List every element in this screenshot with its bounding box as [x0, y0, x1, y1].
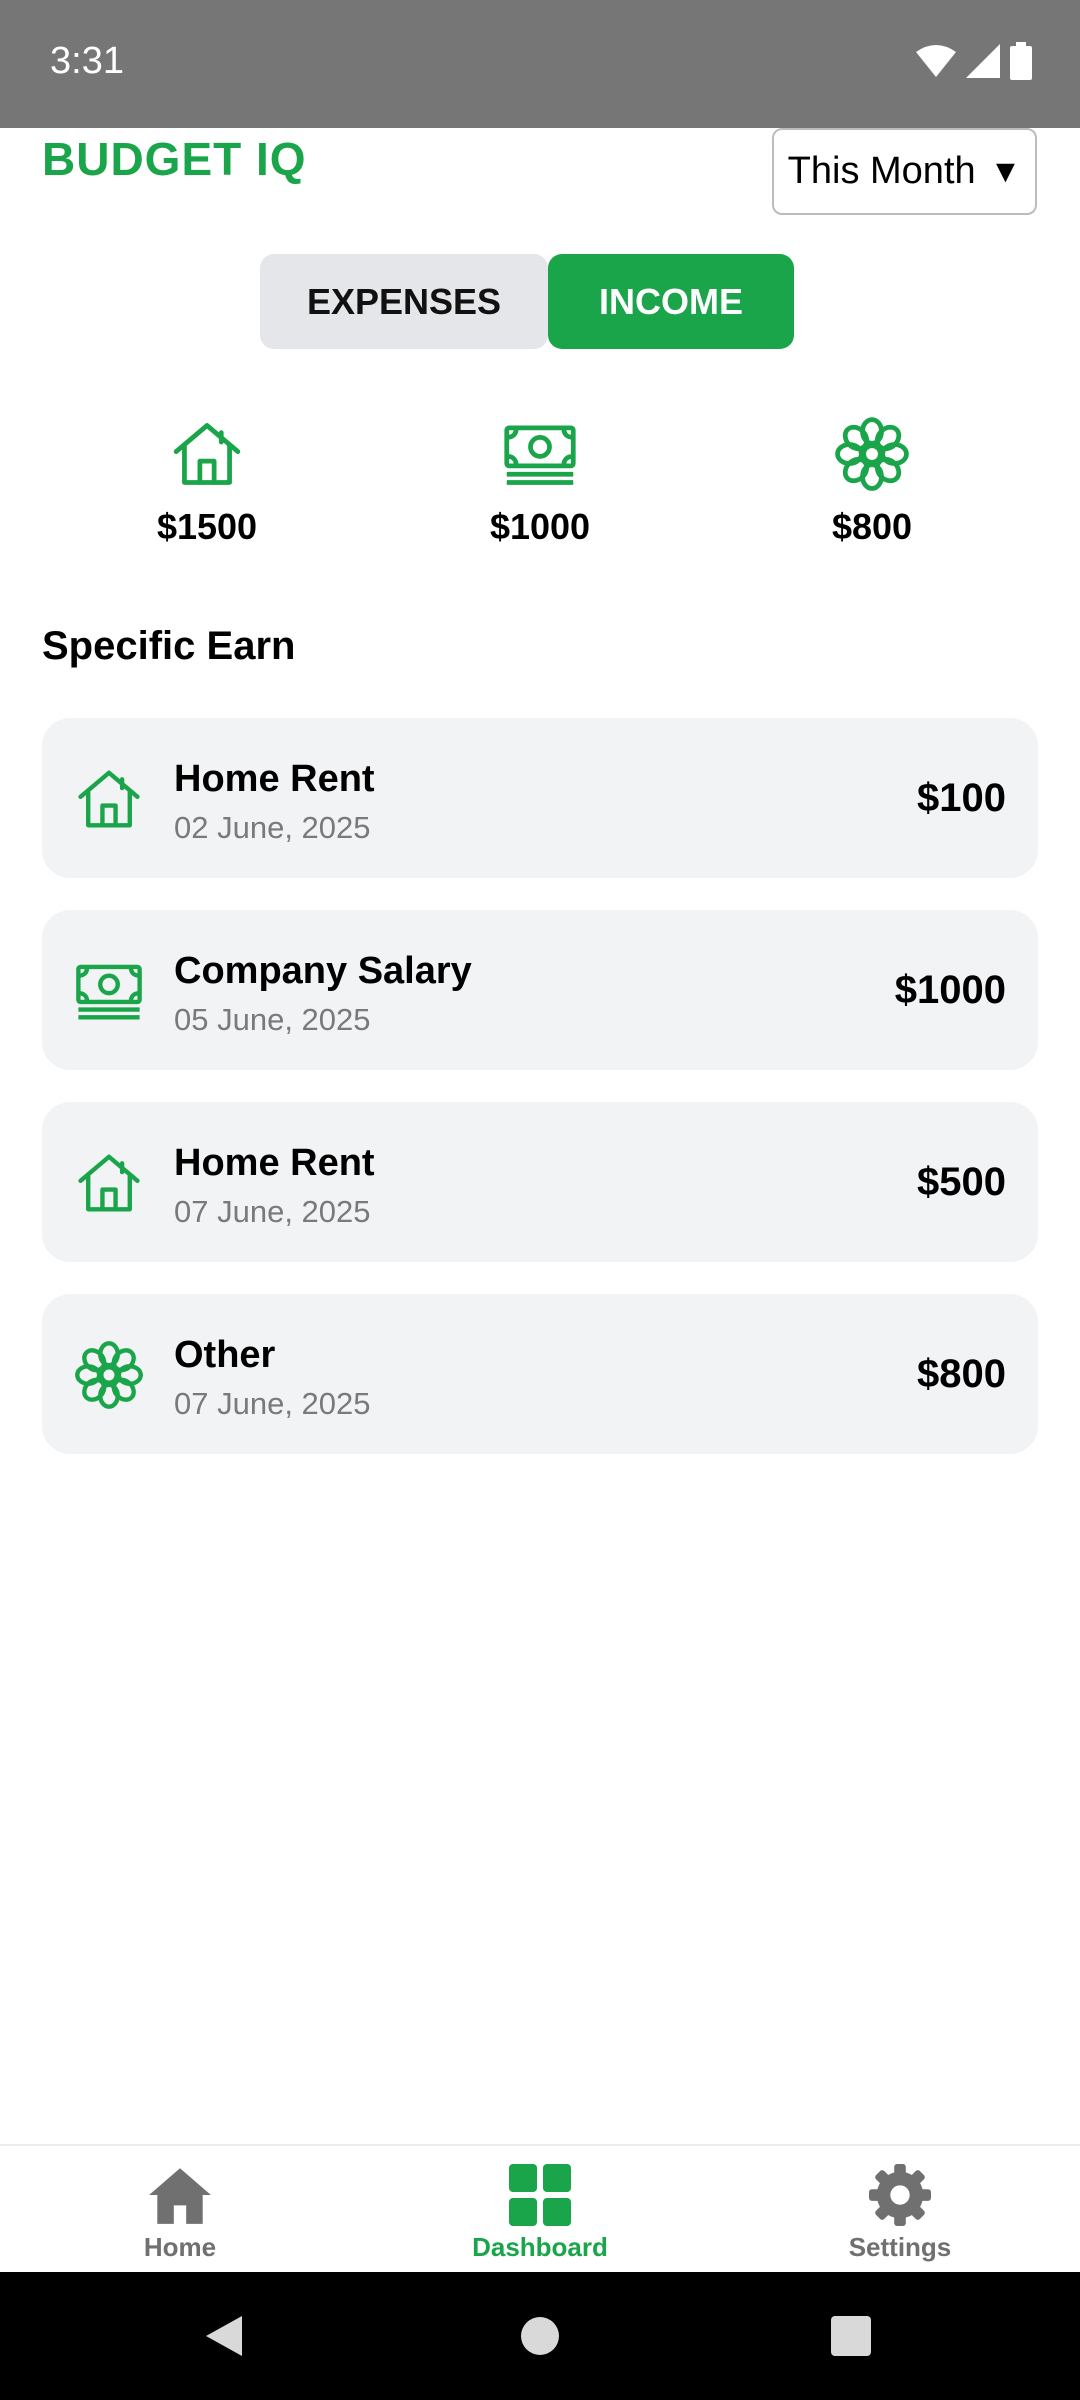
- home-icon: [149, 2168, 211, 2224]
- bottom-nav: Home Dashboard Settings: [0, 2144, 1080, 2272]
- period-dropdown-label: This Month: [787, 150, 976, 192]
- tab-income[interactable]: INCOME: [548, 254, 794, 349]
- summary-amount: $1000: [489, 506, 591, 547]
- transaction-name: Home Rent: [174, 758, 375, 800]
- status-icons: [916, 42, 1032, 80]
- nav-dashboard[interactable]: Dashboard: [430, 2164, 650, 2263]
- section-title: Specific Earn: [42, 624, 296, 668]
- transaction-card[interactable]: Other 07 June, 2025 $800: [42, 1294, 1038, 1454]
- transaction-amount: $1000: [894, 968, 1006, 1012]
- nav-settings-label: Settings: [848, 2232, 952, 2262]
- nav-home-label: Home: [143, 2232, 217, 2262]
- back-icon[interactable]: [204, 2314, 244, 2358]
- summary-cash: $1000: [430, 416, 650, 548]
- transaction-amount: $500: [917, 1160, 1006, 1204]
- app-title: BUDGET IQ: [42, 133, 307, 185]
- transaction-amount: $800: [917, 1352, 1006, 1396]
- tab-expenses[interactable]: EXPENSES: [260, 254, 548, 349]
- flower-icon: [835, 417, 909, 491]
- transaction-amount: $100: [917, 776, 1006, 820]
- nav-settings[interactable]: Settings: [790, 2164, 1010, 2263]
- cash-icon: [76, 964, 142, 1020]
- recents-icon[interactable]: [830, 2314, 872, 2358]
- house-icon: [173, 423, 241, 485]
- house-icon: [78, 1154, 140, 1212]
- summary-amount: $1500: [156, 506, 258, 547]
- cash-icon: [504, 425, 576, 485]
- transaction-date: 07 June, 2025: [174, 1386, 371, 1421]
- transaction-date: 02 June, 2025: [174, 810, 371, 845]
- transaction-name: Company Salary: [174, 950, 472, 992]
- transaction-name: Other: [174, 1334, 276, 1376]
- period-dropdown[interactable]: This Month ▼: [772, 128, 1037, 215]
- home-button-icon[interactable]: [520, 2314, 560, 2358]
- wifi-icon: [916, 45, 956, 77]
- type-tabs: EXPENSES INCOME: [260, 254, 794, 349]
- transaction-date: 05 June, 2025: [174, 1002, 371, 1037]
- nav-home[interactable]: Home: [70, 2164, 290, 2263]
- status-time: 3:31: [50, 40, 124, 82]
- transaction-card[interactable]: Home Rent 02 June, 2025 $100: [42, 718, 1038, 878]
- system-nav-bar: [0, 2272, 1080, 2400]
- transaction-card[interactable]: Company Salary 05 June, 2025 $1000: [42, 910, 1038, 1070]
- summary-house: $1500: [97, 416, 317, 548]
- status-bar: 3:31: [0, 0, 1080, 128]
- signal-icon: [966, 44, 1000, 78]
- transaction-card[interactable]: Home Rent 07 June, 2025 $500: [42, 1102, 1038, 1262]
- flower-icon: [75, 1341, 143, 1409]
- nav-dashboard-label: Dashboard: [472, 2232, 608, 2262]
- dashboard-icon: [509, 2164, 571, 2226]
- summary-amount: $800: [831, 506, 913, 547]
- house-icon: [78, 770, 140, 828]
- summary-other: $800: [762, 416, 982, 548]
- transaction-name: Home Rent: [174, 1142, 375, 1184]
- transaction-date: 07 June, 2025: [174, 1194, 371, 1229]
- chevron-down-icon: ▼: [989, 153, 1022, 189]
- battery-icon: [1010, 42, 1032, 80]
- gear-icon: [869, 2164, 931, 2226]
